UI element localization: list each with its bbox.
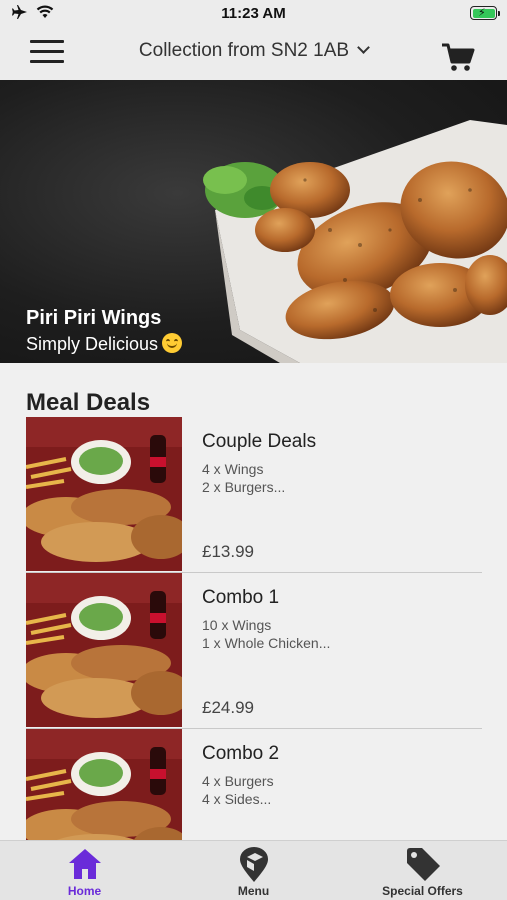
deal-photo — [26, 573, 182, 727]
smiley-emoji-icon — [162, 333, 183, 353]
battery-icon: ⚡ — [470, 6, 500, 20]
hero-title: Piri Piri Wings — [26, 307, 162, 329]
section-title: Meal Deals — [26, 389, 151, 416]
chevron-down-icon — [357, 41, 370, 54]
home-icon — [68, 849, 101, 879]
tab-special-offers[interactable]: Special Offers — [338, 841, 507, 900]
hero-banner[interactable]: Piri Piri Wings Simply Delicious — [0, 80, 507, 363]
deal-description-line: 4 x Burgers — [202, 773, 274, 789]
tab-label: Home — [67, 884, 102, 898]
deal-name: Combo 2 — [202, 743, 280, 764]
tab-label: Menu — [237, 884, 270, 898]
deal-description-line: 10 x Wings — [202, 617, 272, 633]
deal-description-line: 4 x Wings — [202, 461, 264, 477]
deal-photo — [26, 417, 182, 571]
location-selector[interactable]: Collection from SN2 1AB — [0, 40, 507, 62]
tab-label: Special Offers — [382, 884, 463, 898]
deal-name: Combo 1 — [202, 587, 280, 608]
nav-bar: Collection from SN2 1AB — [0, 28, 507, 80]
status-time: 11:23 AM — [221, 5, 286, 22]
deal-description-line: 1 x Whole Chicken... — [202, 635, 331, 651]
deal-price: £24.99 — [202, 698, 254, 717]
deal-description-line: 4 x Sides... — [202, 791, 272, 807]
map-pin-icon — [239, 847, 268, 882]
cart-icon[interactable] — [441, 42, 475, 72]
status-bar: 11:23 AM ⚡ — [0, 0, 507, 28]
deal-name: Couple Deals — [202, 431, 317, 452]
deal-description-line: 2 x Burgers... — [202, 479, 286, 495]
tab-home[interactable]: Home — [0, 841, 169, 900]
deal-row-combo-1[interactable]: Combo 1 10 x Wings 1 x Whole Chicken... … — [26, 573, 482, 729]
location-label: Collection from SN2 1AB — [138, 40, 350, 61]
deal-price: £13.99 — [202, 542, 254, 561]
tab-menu[interactable]: Menu — [169, 841, 338, 900]
tab-bar: Home Menu Special Offers — [0, 840, 507, 900]
tag-icon — [406, 848, 440, 881]
deal-row-couple-deals[interactable]: Couple Deals 4 x Wings 2 x Burgers... £1… — [26, 417, 482, 573]
hero-subtitle: Simply Delicious — [26, 333, 183, 355]
